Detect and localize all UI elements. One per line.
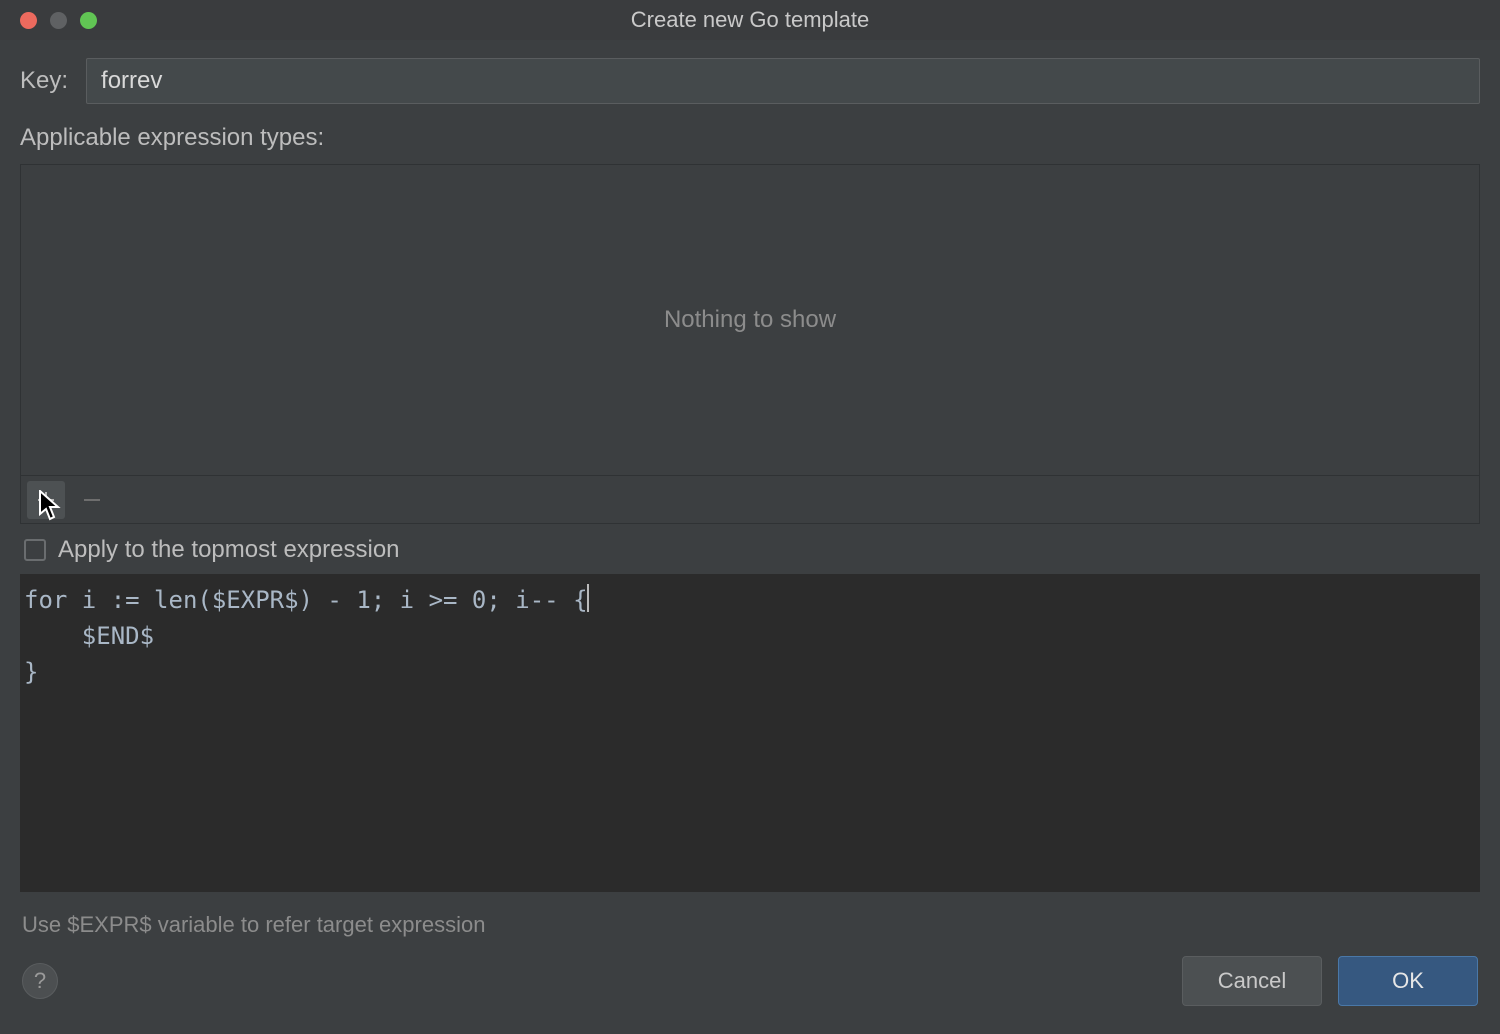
window-zoom-button[interactable]	[80, 12, 97, 29]
key-input[interactable]	[86, 58, 1480, 104]
hint-text: Use $EXPR$ variable to refer target expr…	[20, 892, 1480, 956]
applicable-types-empty: Nothing to show	[21, 165, 1479, 475]
applicable-types-toolbar	[21, 475, 1479, 523]
apply-topmost-label: Apply to the topmost expression	[58, 536, 400, 564]
template-body-editor[interactable]: for i := len($EXPR$) - 1; i >= 0; i-- { …	[20, 574, 1480, 892]
titlebar: Create new Go template	[0, 0, 1500, 40]
window-title: Create new Go template	[0, 7, 1500, 33]
plus-icon	[36, 490, 56, 510]
minus-icon	[82, 490, 102, 510]
add-type-button[interactable]	[27, 481, 65, 519]
template-body-line2: $END$	[24, 622, 154, 650]
applicable-types-list[interactable]: Nothing to show	[20, 164, 1480, 524]
ok-button[interactable]: OK	[1338, 956, 1478, 1006]
help-button[interactable]: ?	[22, 963, 58, 999]
window-close-button[interactable]	[20, 12, 37, 29]
applicable-types-label: Applicable expression types:	[20, 124, 1480, 152]
template-body-line3: }	[24, 658, 38, 686]
apply-topmost-checkbox[interactable]	[24, 539, 46, 561]
key-row: Key:	[20, 58, 1480, 104]
text-caret	[587, 584, 589, 612]
key-label: Key:	[20, 67, 68, 95]
window-controls	[0, 12, 97, 29]
cancel-button[interactable]: Cancel	[1182, 956, 1322, 1006]
apply-topmost-row: Apply to the topmost expression	[24, 536, 1480, 564]
remove-type-button[interactable]	[73, 481, 111, 519]
template-body-line1: for i := len($EXPR$) - 1; i >= 0; i-- {	[24, 586, 588, 614]
dialog-footer: ? Cancel OK	[0, 956, 1500, 1034]
window-minimize-button[interactable]	[50, 12, 67, 29]
